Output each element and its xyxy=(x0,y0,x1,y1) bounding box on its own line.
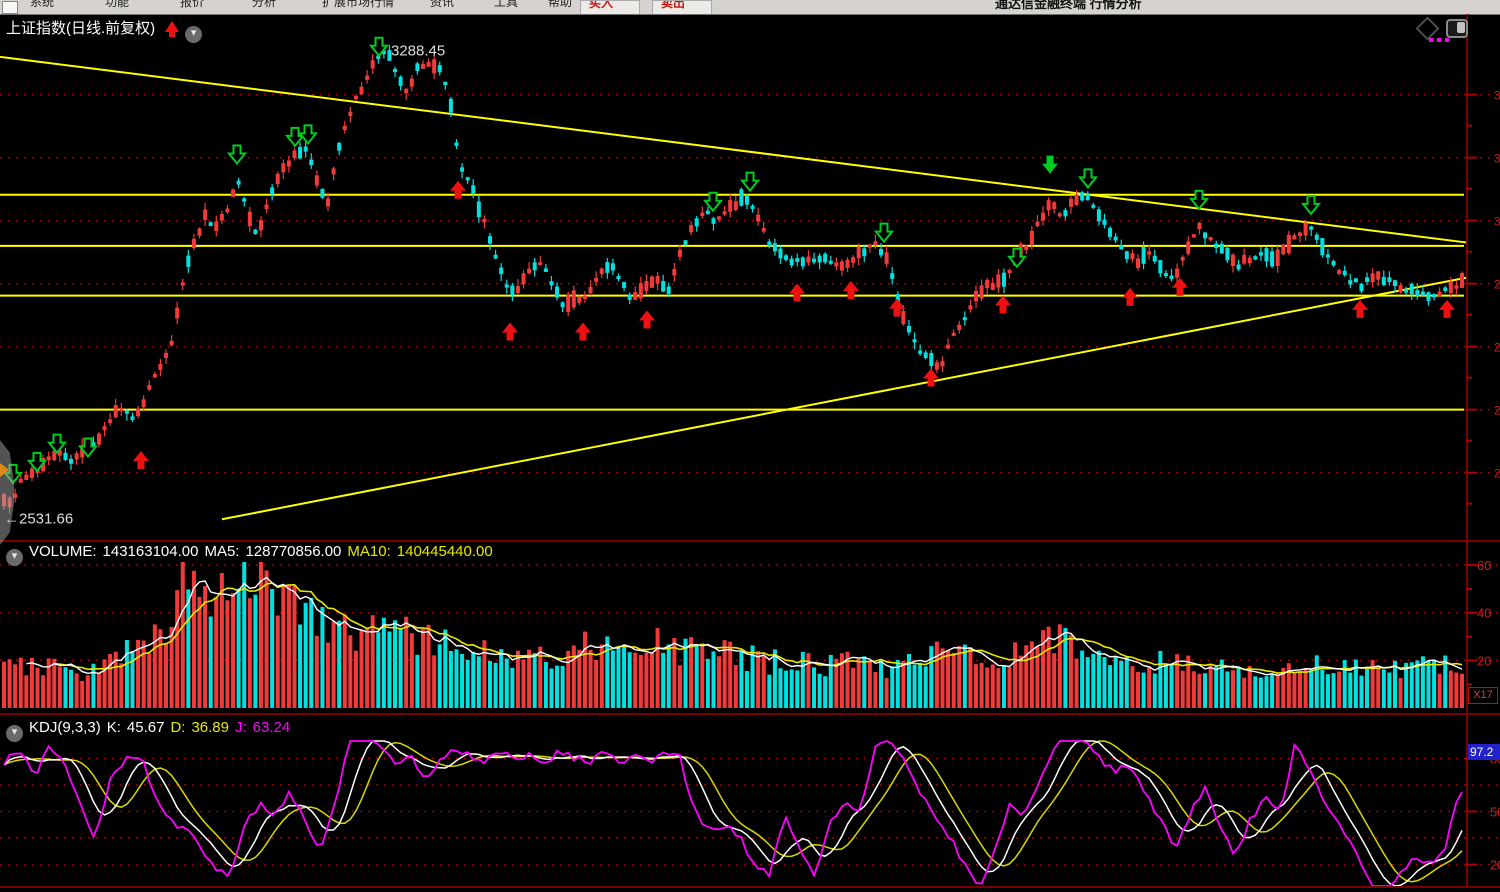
menubar-item[interactable]: 工具 xyxy=(494,0,518,10)
tdx-window: 系统 功能 报价 分析 扩展市场行情 资讯 工具 帮助买入卖出 通达信金融终端 行情分析 328… xyxy=(0,0,1500,892)
svg-text:20: 20 xyxy=(1477,653,1491,668)
svg-text:50: 50 xyxy=(1490,805,1500,820)
svg-text:2600: 2600 xyxy=(1494,467,1500,481)
volume-bars xyxy=(2,562,1464,708)
svg-text:3200: 3200 xyxy=(1494,89,1500,103)
menubar-right-text: 通达信金融终端 行情分析 xyxy=(995,0,1142,12)
volume-scale-label: X17 xyxy=(1468,687,1498,704)
menubar-item[interactable]: 分析 xyxy=(252,0,276,10)
volume-ma5-value: 128770856.00 xyxy=(245,543,341,560)
volume-pane-header: ▾ VOLUME: 143163104.00 MA5: 128770856.00 MA10… xyxy=(6,543,499,566)
menubar-item[interactable]: 帮助 xyxy=(548,0,572,10)
kdj-d-value: 36.89 xyxy=(191,719,229,736)
volume-label: VOLUME: xyxy=(29,543,97,560)
volume-value: 143163104.00 xyxy=(103,543,199,560)
magenta-dot xyxy=(1437,38,1441,42)
kdj-k-label: K: xyxy=(107,719,121,736)
trend-up-icon xyxy=(165,21,179,32)
candles xyxy=(2,45,1464,514)
svg-text:2800: 2800 xyxy=(1494,341,1500,355)
collapse-kdj-button[interactable]: ▾ xyxy=(6,725,23,742)
menubar: 系统 功能 报价 分析 扩展市场行情 资讯 工具 帮助买入卖出 通达信金融终端 行情分析 xyxy=(0,0,1500,15)
kdj-j-value: 63.24 xyxy=(253,719,291,736)
kdj-label: KDJ(9,3,3) xyxy=(29,719,101,736)
menubar-item[interactable]: 功能 xyxy=(105,0,129,10)
menubar-item[interactable]: 系统 xyxy=(30,0,54,10)
volume-ma5-label: MA5: xyxy=(204,543,239,560)
price-grid xyxy=(0,57,1500,519)
kdj-d-label: D: xyxy=(170,719,185,736)
svg-text:3288.45: 3288.45 xyxy=(391,43,445,60)
menubar-item[interactable]: 报价 xyxy=(180,0,204,10)
kdj-current-value-badge: 97.2 xyxy=(1468,744,1500,760)
svg-text:2700: 2700 xyxy=(1494,404,1500,418)
volume-ma10-label: MA10: xyxy=(347,543,390,560)
kdj-pane-header: ▾ KDJ(9,3,3) K: 45.67 D: 36.89 J: 63.24 xyxy=(6,719,296,742)
menubar-red-button[interactable]: 卖出 xyxy=(652,0,712,15)
svg-text:3100: 3100 xyxy=(1494,152,1500,166)
svg-text:40: 40 xyxy=(1477,606,1491,621)
volume-ma10-value: 140445440.00 xyxy=(397,543,493,560)
svg-text:3000: 3000 xyxy=(1494,215,1500,229)
left-marker-icon xyxy=(0,463,9,477)
price-chart[interactable]: 3288.45 ←2531.66 3200 3100 3000 2900 2800 2700 2… xyxy=(0,14,1500,540)
svg-text:60: 60 xyxy=(1477,558,1491,573)
magenta-dot xyxy=(1445,38,1449,42)
menubar-item[interactable]: 扩展市场行情 xyxy=(322,0,394,10)
kdj-k-value: 45.67 xyxy=(127,719,165,736)
svg-text:2900: 2900 xyxy=(1494,278,1500,292)
magenta-dot xyxy=(1429,38,1433,42)
panel-layout-icon[interactable] xyxy=(1446,19,1468,38)
chart-title: 上证指数(日线.前复权) xyxy=(6,20,155,37)
menubar-red-button[interactable]: 买入 xyxy=(580,0,640,15)
signal-arrows xyxy=(5,125,1455,483)
menubar-item[interactable]: 资讯 xyxy=(430,0,454,10)
collapse-main-button[interactable]: ▾ xyxy=(185,26,202,43)
app-icon[interactable] xyxy=(2,1,18,14)
price-pane-header: 上证指数(日线.前复权) ▾ xyxy=(6,17,208,43)
svg-text:20: 20 xyxy=(1490,858,1500,873)
kdj-j-label: J: xyxy=(235,719,247,736)
svg-text:←2531.66: ←2531.66 xyxy=(4,511,73,528)
collapse-volume-button[interactable]: ▾ xyxy=(6,549,23,566)
